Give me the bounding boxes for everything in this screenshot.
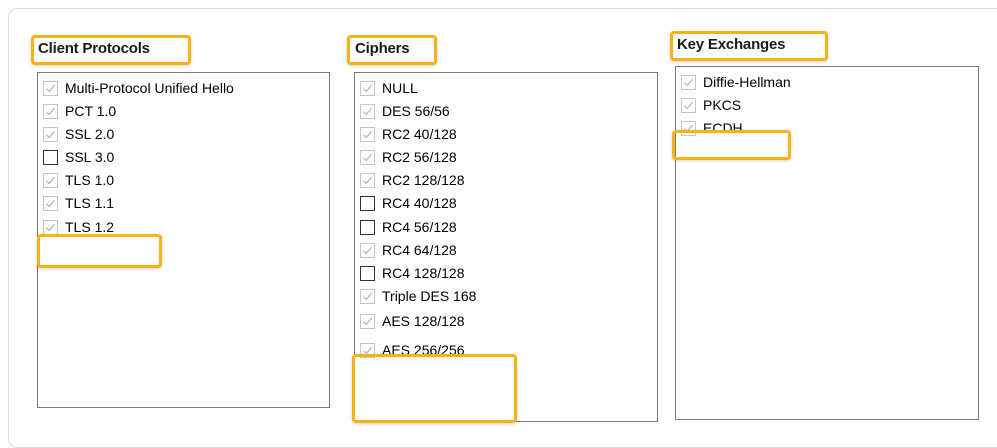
checkbox-item-triple-des-168[interactable]: Triple DES 168 [360, 285, 476, 307]
checkbox-label: RC4 56/128 [382, 219, 457, 235]
client-protocols-label: Client Protocols [38, 40, 150, 57]
checkbox-item-ssl-2-0[interactable]: SSL 2.0 [43, 123, 114, 145]
checkbox-checked-icon[interactable] [360, 288, 375, 304]
client-protocols-list[interactable]: Multi-Protocol Unified Hello PCT 1.0 SSL 2… [37, 72, 330, 408]
checkbox-item-pct-1-0[interactable]: PCT 1.0 [43, 100, 116, 122]
checkbox-label: RC4 40/128 [382, 195, 457, 211]
checkbox-checked-icon[interactable] [360, 80, 375, 96]
checkbox-item-tls-1-2[interactable]: TLS 1.2 [43, 216, 114, 238]
checkbox-checked-icon[interactable] [360, 342, 375, 358]
checkbox-checked-icon[interactable] [43, 219, 58, 235]
checkbox-checked-icon[interactable] [360, 172, 375, 188]
checkbox-item-rc2-40-128[interactable]: RC2 40/128 [360, 123, 457, 145]
ciphers-label: Ciphers [355, 40, 410, 57]
checkbox-label: TLS 1.2 [65, 219, 115, 235]
checkbox-unchecked-icon[interactable] [43, 149, 58, 165]
checkbox-item-rc4-128-128[interactable]: RC4 128/128 [360, 262, 465, 284]
checkbox-label: DES 56/56 [382, 103, 450, 119]
checkbox-label: TLS 1.1 [65, 195, 115, 211]
checkbox-label: RC4 128/128 [382, 265, 465, 281]
checkbox-checked-icon[interactable] [43, 172, 58, 188]
checkbox-checked-icon[interactable] [360, 126, 375, 142]
checkbox-label: RC2 56/128 [382, 149, 457, 165]
checkbox-label: SSL 3.0 [65, 149, 115, 165]
checkbox-item-null[interactable]: NULL [360, 77, 418, 99]
checkbox-checked-icon[interactable] [360, 313, 375, 329]
checkbox-item-rc4-40-128[interactable]: RC4 40/128 [360, 192, 457, 214]
checkbox-item-rc4-56-128[interactable]: RC4 56/128 [360, 216, 457, 238]
checkbox-label: RC2 128/128 [382, 172, 465, 188]
checkbox-label: PCT 1.0 [65, 103, 117, 119]
checkbox-item-diffie-hellman[interactable]: Diffie-Hellman [681, 71, 791, 93]
checkbox-label: Diffie-Hellman [703, 74, 791, 90]
checkbox-label: Multi-Protocol Unified Hello [65, 80, 234, 96]
checkbox-unchecked-icon[interactable] [360, 219, 375, 235]
checkbox-label: RC4 64/128 [382, 242, 457, 258]
checkbox-checked-icon[interactable] [43, 103, 58, 119]
checkbox-item-aes-128-128[interactable]: AES 128/128 [360, 310, 465, 332]
checkbox-item-tls-1-1[interactable]: TLS 1.1 [43, 192, 114, 214]
checkbox-unchecked-icon[interactable] [360, 195, 375, 211]
checkbox-label: NULL [382, 80, 418, 96]
checkbox-checked-icon[interactable] [681, 74, 696, 90]
checkbox-label: SSL 2.0 [65, 126, 115, 142]
checkbox-unchecked-icon[interactable] [360, 265, 375, 281]
checkbox-checked-icon[interactable] [360, 149, 375, 165]
checkbox-label: Triple DES 168 [382, 288, 477, 304]
checkbox-label: RC2 40/128 [382, 126, 457, 142]
checkbox-label: AES 128/128 [382, 313, 465, 329]
checkbox-item-ecdh[interactable]: ECDH [681, 117, 743, 139]
ciphers-list[interactable]: NULL DES 56/56 RC2 40/128 RC2 56/128 RC2 128… [354, 72, 658, 422]
checkbox-label: TLS 1.0 [65, 172, 115, 188]
checkbox-checked-icon[interactable] [681, 97, 696, 113]
checkbox-item-tls-1-0[interactable]: TLS 1.0 [43, 169, 114, 191]
key-exchanges-label: Key Exchanges [677, 36, 786, 53]
checkbox-checked-icon[interactable] [43, 195, 58, 211]
checkbox-item-ssl-3-0[interactable]: SSL 3.0 [43, 146, 114, 168]
checkbox-checked-icon[interactable] [360, 242, 375, 258]
checkbox-label: AES 256/256 [382, 342, 465, 358]
checkbox-item-pkcs[interactable]: PKCS [681, 94, 741, 116]
checkbox-checked-icon[interactable] [360, 103, 375, 119]
checkbox-item-multi-protocol-unified-hello[interactable]: Multi-Protocol Unified Hello [43, 77, 234, 99]
checkbox-checked-icon[interactable] [681, 120, 696, 136]
checkbox-item-rc4-64-128[interactable]: RC4 64/128 [360, 239, 457, 261]
checkbox-label: ECDH [703, 120, 743, 136]
checkbox-item-aes-256-256[interactable]: AES 256/256 [360, 339, 465, 361]
checkbox-item-rc2-128-128[interactable]: RC2 128/128 [360, 169, 465, 191]
key-exchanges-list[interactable]: Diffie-Hellman PKCS ECDH [675, 66, 979, 420]
checkbox-label: PKCS [703, 97, 742, 113]
checkbox-checked-icon[interactable] [43, 80, 58, 96]
checkbox-item-rc2-56-128[interactable]: RC2 56/128 [360, 146, 457, 168]
checkbox-checked-icon[interactable] [43, 126, 58, 142]
checkbox-item-des-56-56[interactable]: DES 56/56 [360, 100, 450, 122]
